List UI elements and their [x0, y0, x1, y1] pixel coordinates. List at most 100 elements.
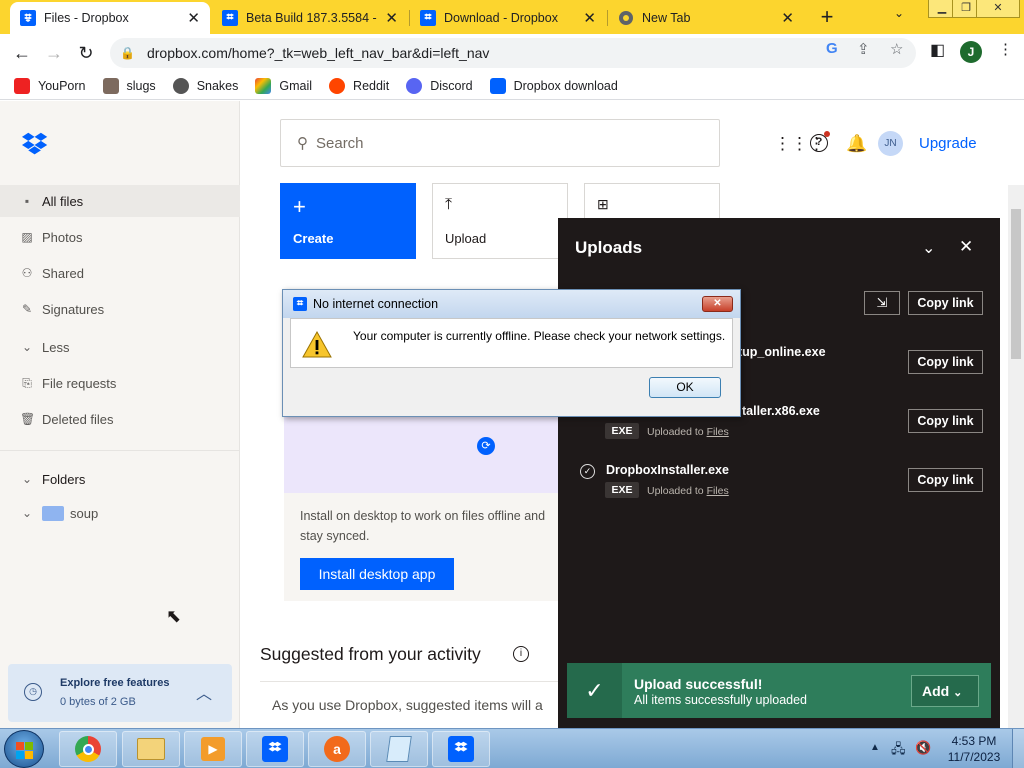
upload-file-name: taller.x86.exe	[742, 404, 820, 418]
scrollbar[interactable]	[1008, 185, 1024, 728]
taskbar-dropbox[interactable]	[246, 731, 304, 767]
start-button[interactable]	[4, 730, 44, 768]
bookmark-reddit[interactable]: Reddit	[329, 77, 389, 94]
copy-link-button[interactable]: Copy link	[908, 409, 983, 433]
clock-time[interactable]: 4:53 PM	[948, 734, 1000, 748]
dropbox-icon	[448, 736, 474, 762]
close-icon[interactable]: ✕	[959, 237, 973, 257]
file-type-badge: EXE	[605, 423, 639, 439]
dialog-close-button[interactable]: ✕	[702, 296, 733, 312]
close-icon[interactable]: ✕	[187, 9, 200, 27]
close-icon[interactable]: ✕	[583, 9, 596, 27]
dropbox-icon	[420, 10, 436, 26]
youtube-icon	[14, 77, 30, 94]
clock-date[interactable]: 11/7/2023	[942, 750, 1006, 764]
taskbar-chrome[interactable]	[59, 731, 117, 767]
files-link[interactable]: Files	[707, 485, 729, 497]
plus-icon: +	[293, 194, 306, 219]
copy-link-button[interactable]: Copy link	[908, 468, 983, 492]
no-internet-dialog: No internet connection ✕ Your computer i…	[282, 289, 741, 417]
tab-search-icon[interactable]: ⌄	[894, 6, 904, 20]
back-button[interactable]: ←	[8, 40, 36, 66]
checkmark-icon: ✓	[567, 663, 622, 718]
folder-soup[interactable]: ⌄ soup	[0, 497, 240, 529]
dropbox-icon	[293, 297, 307, 311]
account-avatar[interactable]: JN	[878, 131, 903, 156]
sidebar: ▪ All files ▨ Photos ⚇ Shared ✎ Signatures ⌄…	[0, 101, 240, 728]
install-desktop-app-button[interactable]: Install desktop app	[300, 558, 454, 590]
cancel-upload-icon[interactable]: ⇲	[864, 291, 900, 315]
bookmark-snakes[interactable]: Snakes	[172, 77, 238, 94]
dropbox-logo-icon[interactable]	[22, 131, 50, 155]
sidebar-item-file-requests[interactable]: ⎘ File requests	[0, 367, 240, 399]
copy-link-button[interactable]: Copy link	[908, 291, 983, 315]
window-close-button[interactable]: ✕	[976, 0, 1020, 18]
google-icon[interactable]: G	[826, 40, 838, 57]
tray-expand-icon[interactable]: ▲	[870, 742, 880, 753]
upload-button[interactable]: ⤒ Upload	[432, 183, 568, 259]
dropbox-icon	[489, 77, 506, 94]
volume-muted-icon[interactable]: 🔇	[915, 740, 931, 756]
warning-icon	[302, 331, 332, 358]
show-desktop-button[interactable]	[1012, 729, 1024, 768]
file-type-badge: EXE	[605, 482, 639, 498]
taskbar-dropbox-2[interactable]	[432, 731, 490, 767]
bookmark-gmail[interactable]: Gmail	[255, 77, 312, 94]
bookmark-youporn[interactable]: YouPorn	[14, 77, 86, 94]
reload-button[interactable]: ↻	[72, 40, 100, 66]
side-panel-icon[interactable]: ◧	[930, 40, 945, 60]
taskbar-explorer[interactable]	[122, 731, 180, 767]
close-icon[interactable]: ✕	[385, 9, 398, 27]
tab-files-dropbox[interactable]: Files - Dropbox ✕	[10, 2, 210, 34]
chevron-up-icon[interactable]: ︿	[196, 680, 212, 704]
chrome-icon	[619, 11, 633, 25]
forward-button[interactable]: →	[40, 40, 68, 66]
sidebar-item-all-files[interactable]: ▪ All files	[0, 185, 240, 217]
network-icon[interactable]: 🖧	[891, 740, 906, 762]
files-link[interactable]: Files	[707, 426, 729, 438]
taskbar-media-player[interactable]: ▶	[184, 731, 242, 767]
bookmarks-bar: YouPorn slugs Snakes Gmail Reddit Discor…	[0, 72, 1024, 100]
explore-features-card[interactable]: ◷ Explore free features 0 bytes of 2 GB …	[8, 664, 232, 722]
sidebar-item-less[interactable]: ⌄ Less	[0, 331, 240, 363]
chevron-down-icon: ⌄	[953, 687, 963, 699]
ok-button[interactable]: OK	[649, 377, 721, 398]
dropbox-icon	[20, 10, 36, 26]
folders-header[interactable]: ⌄ Folders	[0, 463, 240, 495]
taskbar-notepad[interactable]	[370, 731, 428, 767]
bookmark-star-icon[interactable]: ☆	[890, 40, 903, 58]
sidebar-item-shared[interactable]: ⚇ Shared	[0, 257, 240, 289]
shared-icon: ⚇	[21, 266, 33, 280]
sidebar-item-deleted-files[interactable]: 🗑 Deleted files	[0, 403, 240, 435]
close-icon[interactable]: ✕	[781, 9, 794, 27]
bookmark-slugs[interactable]: slugs	[102, 77, 156, 94]
bookmark-discord[interactable]: Discord	[406, 77, 473, 94]
sidebar-item-signatures[interactable]: ✎ Signatures	[0, 293, 240, 325]
chrome-icon	[75, 736, 101, 762]
copy-link-button[interactable]: Copy link	[908, 350, 983, 374]
sidebar-item-photos[interactable]: ▨ Photos	[0, 221, 240, 253]
dialog-body: Your computer is currently offline. Plea…	[290, 318, 733, 368]
taskbar-avast[interactable]: a	[308, 731, 366, 767]
share-icon[interactable]: ⇪	[857, 40, 870, 58]
profile-avatar[interactable]: J	[960, 41, 982, 63]
chevron-down-icon: ⌄	[21, 506, 33, 520]
chevron-down-icon[interactable]: ⌄	[922, 238, 935, 258]
address-bar[interactable]: 🔒 dropbox.com/home?_tk=web_left_nav_bar&…	[110, 38, 916, 68]
menu-kebab-icon[interactable]: ⋮	[998, 40, 1013, 58]
info-icon[interactable]: i	[513, 646, 529, 662]
upgrade-link[interactable]: Upgrade	[919, 135, 977, 152]
tab-beta-build[interactable]: Beta Build 187.3.5584 - D ✕	[212, 2, 408, 34]
bell-icon[interactable]: 🔔	[846, 134, 867, 154]
create-button[interactable]: + Create	[280, 183, 416, 259]
dialog-titlebar: No internet connection ✕	[283, 290, 740, 318]
mouse-cursor: ⬉	[166, 606, 182, 626]
image-icon	[102, 77, 119, 94]
bookmark-dropbox-download[interactable]: Dropbox download	[489, 77, 618, 94]
chevron-down-icon: ⌄	[21, 340, 33, 354]
tab-download-dropbox[interactable]: Download - Dropbox ✕	[410, 2, 606, 34]
search-input[interactable]: ⚲ Search	[280, 119, 720, 167]
tab-new-tab[interactable]: New Tab ✕	[608, 2, 804, 34]
add-button[interactable]: Add ⌄	[911, 675, 979, 707]
new-tab-button[interactable]: +	[815, 4, 839, 30]
